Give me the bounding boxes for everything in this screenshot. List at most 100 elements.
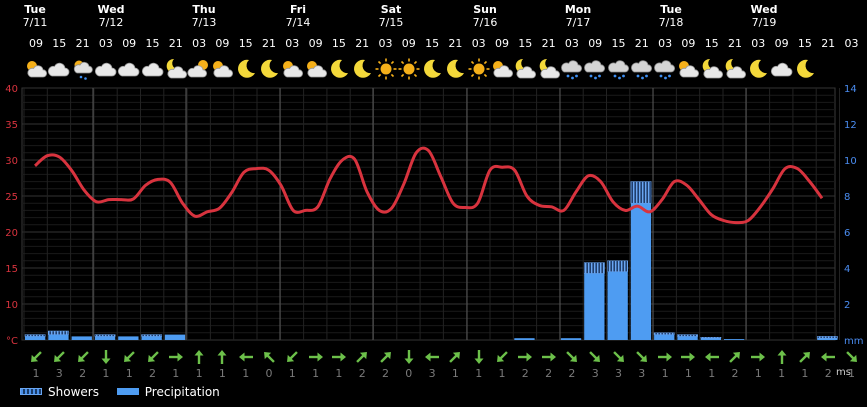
wind-arrow-icon	[74, 349, 92, 365]
plot-area	[21, 87, 836, 341]
wind-speed: 1	[801, 367, 809, 380]
wind-arrow-icon	[50, 349, 68, 365]
hour-label: 03	[844, 37, 859, 50]
precipitation-bar	[71, 336, 92, 340]
right-axis-tick: 14	[844, 84, 857, 95]
moon-icon	[420, 57, 444, 81]
wind-arrow-icon	[423, 349, 441, 365]
day-date: 7/18	[658, 16, 684, 29]
precipitation-bar	[584, 273, 605, 340]
cloud-icon	[117, 57, 141, 81]
day-date: 7/17	[565, 16, 591, 29]
moon-icon	[257, 57, 281, 81]
wind-arrow-icon	[190, 349, 208, 365]
wind-arrow-icon	[633, 349, 651, 365]
day-label: Sat 7/15	[373, 3, 409, 29]
moon-icon	[350, 57, 374, 81]
showers-bar	[653, 332, 675, 335]
wind-speed: 2	[521, 367, 529, 380]
wind-arrow-icon	[563, 349, 581, 365]
precipitation-bar	[25, 336, 46, 340]
wind-speed: 2	[545, 367, 553, 380]
day-label: Wed 7/12	[93, 3, 129, 29]
wind-speed: 0	[405, 367, 413, 380]
hour-label: 09	[29, 37, 43, 50]
left-axis-tick: 10	[5, 300, 18, 311]
hour-label: 15	[238, 37, 253, 50]
hour-label: 21	[821, 37, 836, 50]
wind-speed: 3	[615, 367, 622, 380]
day-name: Thu	[192, 3, 216, 16]
wind-speed: 2	[358, 367, 366, 380]
day-name: Sat	[380, 3, 402, 16]
wind-speed: 2	[79, 367, 87, 380]
wind-arrow-icon	[97, 349, 115, 365]
hour-label: 15	[425, 37, 440, 50]
cloud-rain-icon	[630, 57, 654, 81]
showers-bar	[630, 181, 652, 204]
hour-label: 03	[471, 37, 486, 50]
day-date: 7/13	[191, 16, 217, 29]
right-axis-tick: 8	[844, 192, 850, 203]
precipitation-bar	[607, 271, 628, 340]
precipitation-bar	[514, 338, 535, 340]
precipitation-bar	[654, 334, 675, 340]
hour-label: 09	[122, 37, 137, 50]
hour-label: 09	[774, 37, 789, 50]
showers-bar	[583, 262, 605, 274]
moon-cloud-icon	[513, 57, 537, 81]
sun-cloud-icon	[304, 57, 328, 81]
wind-arrow-icon	[656, 349, 674, 365]
wind-arrow-icon	[749, 349, 767, 365]
moon-icon	[793, 57, 817, 81]
left-axis-tick: 15	[5, 264, 18, 275]
wind-arrow-icon	[400, 349, 418, 365]
day-label: Thu 7/13	[186, 3, 222, 29]
legend-showers: Showers	[20, 385, 99, 399]
cloud-sun-icon	[187, 57, 211, 81]
cloud-rain-icon	[560, 57, 584, 81]
precipitation-bar	[724, 339, 745, 340]
sun-cloud-icon	[676, 57, 700, 81]
hour-label: 21	[728, 37, 742, 50]
right-axis-tick: mm	[844, 336, 863, 346]
moon-icon	[327, 57, 351, 81]
wind-speed: 1	[288, 367, 296, 380]
forecast-header: Tue 7/11 Wed 7/12 Thu 7/13 Fri 7/14 Sat 7/15 Sun 7/…	[0, 0, 867, 84]
day-name: Tue	[660, 3, 682, 16]
wind-arrow-icon	[679, 349, 697, 365]
wind-speed: 1	[32, 367, 40, 380]
showers-bar	[677, 334, 698, 337]
precipitation-bar	[48, 334, 69, 340]
cloud-icon	[47, 57, 71, 81]
day-name: Sun	[473, 3, 497, 16]
hour-label: 21	[262, 37, 276, 50]
precipitation-bar	[141, 336, 162, 340]
weather-chart: 40 35 30 25 20 15 10 °C 14 12 10 8 6 4 2 mm	[5, 84, 863, 346]
day-date: 7/14	[285, 16, 311, 29]
hour-label: 03	[378, 37, 393, 50]
hour-label: 09	[681, 37, 696, 50]
right-axis-tick: 10	[844, 156, 857, 167]
cloud-rain-icon	[607, 57, 631, 81]
moon-cloud-icon	[723, 57, 747, 81]
wind-arrow-icon	[144, 349, 162, 365]
showers-bar	[700, 337, 722, 339]
wind-arrow-icon	[540, 349, 558, 365]
wind-arrow-icon	[493, 349, 511, 365]
wind-speed: 1	[498, 367, 506, 380]
hour-label: 09	[588, 37, 603, 50]
sun-cloud-icon	[210, 57, 234, 81]
wind-speed: 2	[731, 367, 739, 380]
wind-speed: 1	[195, 367, 203, 380]
left-axis-tick: 30	[5, 156, 18, 167]
hour-label: 15	[518, 37, 533, 50]
wind-arrow-icon	[377, 349, 395, 365]
precipitation-bar	[560, 338, 582, 340]
legend-precipitation-label: Precipitation	[144, 384, 220, 399]
day-label: Mon 7/17	[560, 3, 596, 29]
wind-arrow-icon	[470, 349, 488, 365]
moon-cloud-icon	[700, 57, 724, 81]
wind-arrow-icon	[213, 349, 231, 365]
hour-label: 15	[797, 37, 812, 50]
